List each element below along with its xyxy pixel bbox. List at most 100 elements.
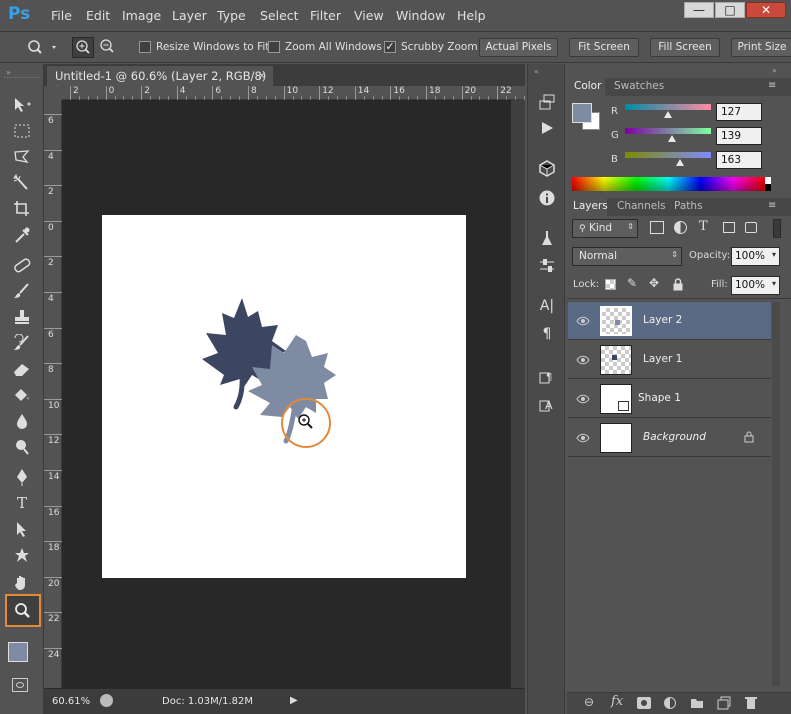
fill-screen-button[interactable]: Fill Screen: [650, 38, 720, 57]
type-tool[interactable]: T: [8, 492, 36, 514]
visibility-eye-icon[interactable]: [576, 392, 590, 406]
red-slider-thumb[interactable]: [664, 111, 672, 118]
close-tab-icon[interactable]: ×: [257, 68, 267, 82]
lock-pixels-icon[interactable]: ✎: [627, 276, 637, 290]
strip-collapse-icon[interactable]: «: [534, 67, 539, 76]
lock-transparent-icon[interactable]: [605, 279, 616, 290]
shape-tool[interactable]: [8, 544, 36, 566]
layer-row-background[interactable]: Background: [568, 419, 771, 457]
green-slider-thumb[interactable]: [667, 135, 676, 142]
spectrum-white-chip[interactable]: [765, 177, 771, 184]
menu-filter[interactable]: Filter: [310, 8, 341, 23]
layer-row-shape-1[interactable]: Shape 1: [568, 380, 771, 418]
actions-panel-button[interactable]: [537, 118, 557, 138]
filter-adjustment-icon[interactable]: [674, 221, 687, 234]
folder-icon[interactable]: [690, 697, 704, 709]
minimize-button[interactable]: —: [684, 2, 714, 18]
visibility-eye-icon[interactable]: [576, 431, 590, 445]
red-slider-track[interactable]: [625, 104, 711, 110]
foreground-color-swatch[interactable]: [8, 642, 28, 662]
mask-icon[interactable]: [637, 697, 651, 709]
brush-tool[interactable]: [8, 280, 36, 302]
tab-layers[interactable]: Layers: [567, 198, 608, 216]
zoom-all-windows-checkbox[interactable]: [268, 41, 280, 53]
filter-pixel-icon[interactable]: [650, 221, 664, 234]
fit-screen-button[interactable]: Fit Screen: [569, 38, 639, 57]
red-value-input[interactable]: 127: [716, 103, 762, 121]
zoom-in-button[interactable]: [72, 37, 94, 58]
document-canvas[interactable]: [102, 215, 466, 578]
history-panel-button[interactable]: [537, 92, 557, 112]
green-value-input[interactable]: 139: [716, 127, 762, 145]
layers-scrollbar[interactable]: [772, 302, 780, 686]
link-icon[interactable]: ⊖: [584, 695, 594, 709]
maximize-button[interactable]: □: [715, 2, 745, 18]
filter-smart-object-icon[interactable]: [745, 222, 757, 233]
blur-tool[interactable]: [8, 410, 36, 432]
healing-brush-tool[interactable]: [8, 254, 36, 276]
layers-panel-menu-icon[interactable]: ≡: [768, 200, 776, 211]
menu-layer[interactable]: Layer: [172, 8, 207, 23]
clone-stamp-tool[interactable]: [8, 306, 36, 328]
layer-row-layer-1[interactable]: Layer 1: [568, 341, 771, 379]
pen-tool[interactable]: [8, 466, 36, 488]
brush-presets-button[interactable]: [537, 228, 557, 248]
fill-input[interactable]: 100% ▾: [731, 276, 780, 295]
color-spectrum-ramp[interactable]: [572, 177, 765, 191]
menu-image[interactable]: Image: [122, 8, 161, 23]
menu-type[interactable]: Type: [217, 8, 246, 23]
paragraph-styles-button[interactable]: ¶: [537, 366, 557, 386]
visibility-eye-icon[interactable]: [576, 353, 590, 367]
paint-bucket-tool[interactable]: [8, 384, 36, 406]
resize-windows-checkbox[interactable]: [139, 41, 151, 53]
history-brush-tool[interactable]: [8, 332, 36, 354]
blend-mode-select[interactable]: Normal ⇕: [572, 247, 682, 266]
adjustment-icon[interactable]: [664, 697, 676, 709]
lasso-tool[interactable]: [8, 146, 36, 168]
visibility-eye-icon[interactable]: [576, 314, 590, 328]
actual-pixels-button[interactable]: Actual Pixels: [479, 38, 558, 57]
filter-toggle-switch[interactable]: [773, 219, 781, 238]
fx-icon[interactable]: fx: [611, 694, 623, 709]
close-window-button[interactable]: ✕: [746, 2, 786, 18]
document-tab[interactable]: Untitled-1 @ 60.6% (Layer 2, RGB/8) * ×: [47, 66, 273, 97]
move-tool[interactable]: [8, 94, 36, 116]
menu-window[interactable]: Window: [396, 8, 445, 23]
character-panel-button[interactable]: A|: [537, 296, 557, 316]
green-slider-track[interactable]: [625, 128, 711, 134]
scrubby-zoom-checkbox[interactable]: ✓: [384, 41, 396, 53]
3d-panel-button[interactable]: [537, 158, 557, 178]
info-panel-button[interactable]: [537, 188, 557, 208]
filter-type-icon[interactable]: T: [699, 219, 708, 234]
zoom-level[interactable]: 60.61%: [52, 696, 90, 707]
layer-filter-kind-select[interactable]: ⚲ Kind ⇕: [572, 219, 638, 238]
color-panel-menu-icon[interactable]: ≡: [768, 80, 776, 91]
tab-swatches[interactable]: Swatches: [614, 80, 664, 92]
eraser-tool[interactable]: [8, 358, 36, 380]
tab-color[interactable]: Color: [567, 78, 605, 96]
marquee-tool[interactable]: [8, 120, 36, 142]
quick-mask-button[interactable]: [12, 678, 28, 692]
zoom-tool[interactable]: [5, 594, 41, 627]
magic-wand-tool[interactable]: [8, 172, 36, 194]
tab-channels[interactable]: Channels: [617, 200, 666, 212]
character-styles-button[interactable]: A: [537, 394, 557, 414]
blue-slider-thumb[interactable]: [676, 159, 685, 166]
trash-icon[interactable]: [745, 696, 757, 710]
adjustments-panel-button[interactable]: [537, 256, 557, 276]
zoom-out-button[interactable]: [97, 37, 119, 58]
menu-select[interactable]: Select: [260, 8, 299, 23]
hand-tool[interactable]: [8, 572, 36, 594]
menu-file[interactable]: File: [51, 8, 72, 23]
blue-slider-track[interactable]: [625, 152, 711, 158]
opacity-input[interactable]: 100% ▾: [731, 247, 780, 266]
paragraph-panel-button[interactable]: ¶: [537, 324, 557, 344]
status-menu-arrow[interactable]: ▶: [290, 695, 298, 706]
vertical-scrollbar[interactable]: [511, 100, 525, 688]
filter-shape-icon[interactable]: [723, 222, 735, 233]
lock-all-icon[interactable]: [672, 278, 684, 291]
spectrum-black-chip[interactable]: [765, 184, 771, 191]
right-panel-collapse-icon[interactable]: »: [772, 66, 777, 75]
menu-help[interactable]: Help: [457, 8, 486, 23]
dodge-tool[interactable]: [8, 436, 36, 458]
